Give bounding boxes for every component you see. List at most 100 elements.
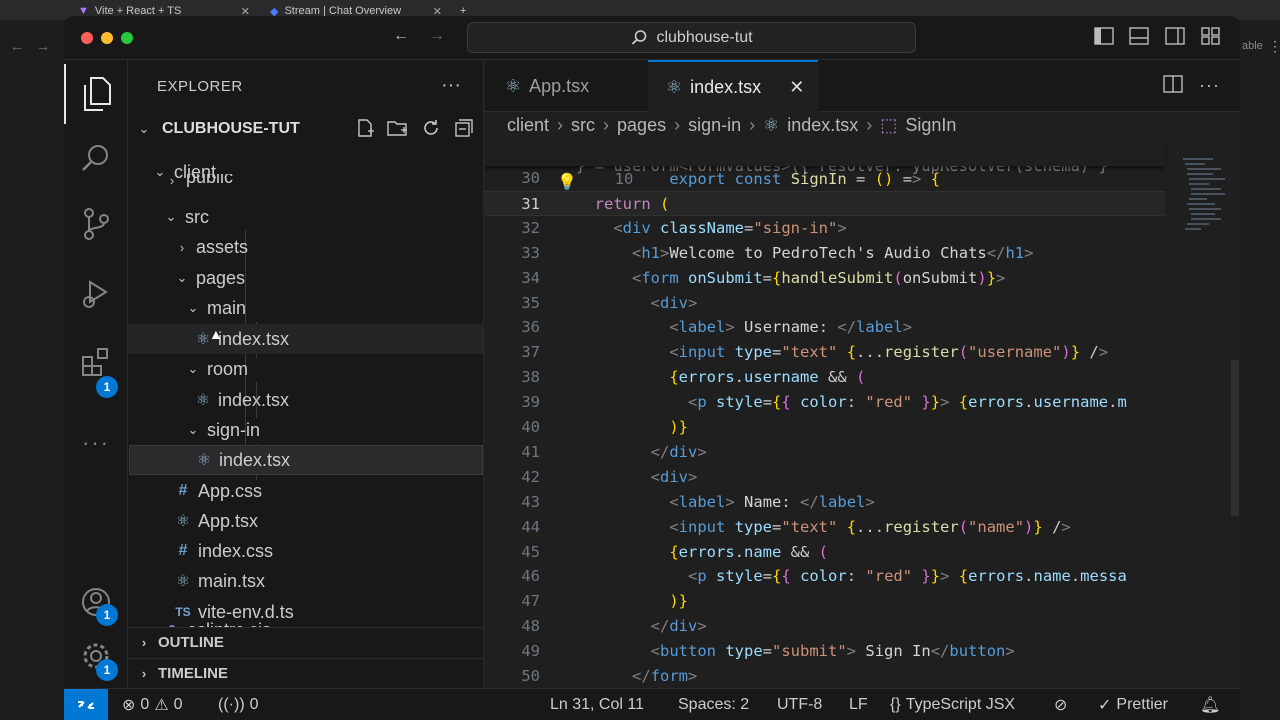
tree-folder-src[interactable]: ⌄ src [128,202,483,232]
split-editor-icon[interactable] [1163,75,1183,98]
breadcrumb-item[interactable]: client [507,115,549,136]
line-number: 36 [521,318,540,337]
tree-folder-pages[interactable]: ⌄ pages [128,263,483,293]
code-line[interactable]: 47 )} [485,589,1165,614]
tree-folder-room[interactable]: ⌄ room [128,354,483,384]
workspace-name: clubhouse-tut [656,28,753,46]
maximize-window-button[interactable] [121,32,133,44]
breadcrumb-item[interactable]: sign-in [688,115,741,136]
tree-label: public [186,174,234,187]
lightbulb-icon[interactable]: 💡 [557,172,577,191]
timeline-title: TIMELINE [158,665,228,682]
tree-folder-sign-in[interactable]: ⌄ sign-in [128,415,483,445]
search-icon[interactable] [64,128,128,188]
tree-folder-main[interactable]: ⌄ main [128,293,483,323]
tree-label: sign-in [207,419,261,440]
new-folder-icon[interactable] [387,118,409,140]
code-line[interactable]: 36 <label> Username: </label> [485,315,1165,340]
code-text: return ( [594,194,670,213]
chevron-right-icon: › [603,114,610,135]
copilot-icon[interactable]: ⊘ [1054,689,1067,720]
nav-forward-icon[interactable]: → [426,27,448,47]
minimize-window-button[interactable] [101,32,113,44]
encoding-indicator[interactable]: UTF-8 [777,689,822,720]
tree-file-app-tsx[interactable]: ⚛ App.tsx [128,506,483,536]
timeline-section-header[interactable]: › TIMELINE [128,658,483,688]
indentation-indicator[interactable]: Spaces: 2 [678,689,749,720]
tree-label: room [207,358,249,379]
run-debug-icon[interactable] [64,264,128,324]
chevron-right-icon: › [141,635,147,650]
code-text: <p style={{ color: "red" }}> {errors.use… [687,393,1127,412]
prettier-indicator[interactable]: ✓ Prettier [1098,689,1168,720]
tree-folder-public[interactable]: › public [128,174,483,188]
breadcrumb-item[interactable]: index.tsx [787,115,858,136]
tree-file-main-tsx[interactable]: ⚛ main.tsx [128,566,483,596]
close-window-button[interactable] [81,32,93,44]
collapse-all-icon[interactable] [453,118,475,140]
browser-menu-icon[interactable]: ⋮ [1268,38,1280,55]
code-line[interactable]: 38 {errors.username && ( [485,365,1165,390]
tree-label: index.tsx [218,328,290,349]
customize-layout-icon[interactable] [1200,27,1222,47]
code-line[interactable]: 33 <h1>Welcome to PedroTech's Audio Chat… [485,241,1165,266]
code-line[interactable]: 46 <p style={{ color: "red" }}> {errors.… [485,564,1165,589]
vertical-scrollbar[interactable] [1231,360,1239,516]
code-line[interactable]: 50 </form> [485,664,1165,688]
toggle-panel-icon[interactable] [1128,27,1150,47]
code-line[interactable]: 44 <input type="text" {...register("name… [485,515,1165,540]
toggle-secondary-sidebar-icon[interactable] [1164,27,1186,47]
minimap[interactable] [1177,156,1229,236]
command-center-search[interactable]: clubhouse-tut [467,22,916,53]
tree-label: assets [196,236,249,257]
back-icon[interactable]: ← [10,38,24,54]
tree-file-sign-in-index[interactable]: ⚛ index.tsx [129,445,483,475]
ports-indicator[interactable]: ((·)) 0 [218,689,259,720]
code-line[interactable]: 40 )} [485,415,1165,440]
forward-icon[interactable]: → [36,38,50,54]
outline-section-header[interactable]: › OUTLINE [128,627,483,657]
code-line[interactable]: 31 return ( [485,190,1165,216]
explorer-icon[interactable] [64,64,128,124]
new-file-icon[interactable] [354,118,376,140]
tree-file-main-index[interactable]: ⚛ index.tsx ▲ [128,324,483,354]
breadcrumb-item[interactable]: src [571,115,595,136]
cursor-position[interactable]: Ln 31, Col 11 [550,689,644,720]
toggle-sidebar-icon[interactable] [1093,27,1115,47]
tree-file-room-index[interactable]: ⚛ index.tsx [128,385,483,415]
code-line[interactable]: 49 <button type="submit"> Sign In</butto… [485,639,1165,664]
remote-indicator-icon[interactable] [64,689,108,720]
code-line[interactable]: 42 <div> [485,465,1165,490]
more-icon[interactable]: ··· [82,430,110,456]
tree-file-app-css[interactable]: # App.css [128,476,483,506]
tree-file-index-css[interactable]: # index.css [128,536,483,566]
bell-icon[interactable]: 🔔︎ [1200,689,1220,720]
nav-back-icon[interactable]: ← [390,27,412,47]
source-control-icon[interactable] [64,194,128,254]
code-line[interactable]: 35 <div> [485,291,1165,316]
code-line[interactable]: 43 <label> Name: </label> [485,490,1165,515]
tree-folder-assets[interactable]: › assets [128,232,483,262]
editor-more-icon[interactable]: ··· [1199,75,1220,96]
tab-index-tsx[interactable]: ⚛ index.tsx ✕ [648,60,818,112]
code-line[interactable]: 45 {errors.name && ( [485,540,1165,565]
code-line[interactable]: 41 </div> [485,440,1165,465]
code-line[interactable]: 48 </div> [485,614,1165,639]
refresh-icon[interactable] [420,118,442,140]
explorer-more-button[interactable]: ··· [441,74,461,97]
tab-app-tsx[interactable]: ⚛ App.tsx [487,60,647,112]
eol-indicator[interactable]: LF [849,689,868,720]
code-editor[interactable]: } = useForm<FormValues>({ resolver: yupR… [485,142,1175,688]
code-line[interactable]: 34 <form onSubmit={handleSubmit(onSubmit… [485,266,1165,291]
code-line[interactable]: 39 <p style={{ color: "red" }}> {errors.… [485,390,1165,415]
accounts-icon[interactable] [64,572,128,632]
close-icon[interactable]: ✕ [789,77,804,98]
breadcrumb-item[interactable]: SignIn [905,115,956,136]
code-line[interactable]: 37 <input type="text" {...register("user… [485,340,1165,365]
breadcrumb-item[interactable]: pages [617,115,666,136]
sticky-scroll-line[interactable]: 10 export const SignIn = () => { [485,142,1165,188]
gear-icon[interactable] [64,626,128,686]
language-mode[interactable]: {} TypeScript JSX [890,689,1015,720]
code-line[interactable]: 32 <div className="sign-in"> [485,216,1165,241]
problems-indicator[interactable]: ⊗ 0 ⚠ 0 [122,689,183,720]
